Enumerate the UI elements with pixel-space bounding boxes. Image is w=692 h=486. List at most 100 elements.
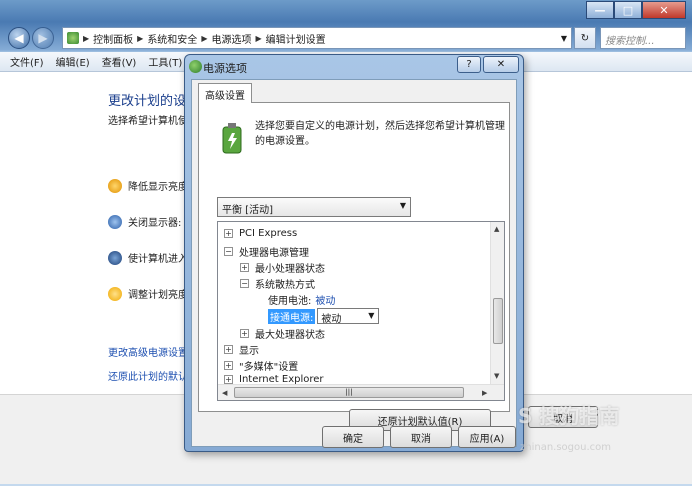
menu-view[interactable]: 查看(V) xyxy=(102,54,137,69)
chevron-right-icon: ▶ xyxy=(255,33,262,43)
tree-item-display[interactable]: + 显示 xyxy=(224,342,259,357)
brightness-label: 降低显示亮度 xyxy=(128,182,188,193)
tree-item-label: "多媒体"设置 xyxy=(239,362,299,373)
vertical-scroll-thumb[interactable] xyxy=(493,298,503,344)
expand-icon[interactable]: + xyxy=(240,329,249,338)
ok-button[interactable]: 确定 xyxy=(322,426,384,448)
menu-tools[interactable]: 工具(T) xyxy=(148,54,182,69)
scroll-down-icon[interactable]: ▼ xyxy=(494,372,499,380)
tree-item-cooling-policy[interactable]: − 系统散热方式 xyxy=(240,276,315,291)
refresh-button[interactable]: ↻ xyxy=(574,27,596,49)
watermark-text: S 搜狗指南 xyxy=(518,404,620,428)
forward-button[interactable]: ▶ xyxy=(32,27,54,49)
dialog-close-button[interactable]: ✕ xyxy=(483,56,519,73)
address-bar[interactable]: ▶ 控制面板 ▶ 系统和安全 ▶ 电源选项 ▶ 编辑计划设置 ▼ xyxy=(62,27,572,49)
breadcrumb-system-security[interactable]: 系统和安全 xyxy=(147,31,197,46)
breadcrumb-power-options[interactable]: 电源选项 xyxy=(211,31,251,46)
intro-text: 选择您要自定义的电源计划，然后选择您希望计算机管理的电源设置。 xyxy=(255,121,505,147)
tree-item-label: PCI Express xyxy=(239,228,298,239)
on-battery-label: 使用电池: xyxy=(268,296,312,307)
tree-item-plugged-in[interactable]: 接通电源: 被动 ▼ xyxy=(268,308,380,325)
expand-icon[interactable]: + xyxy=(224,345,233,354)
tree-item-max-processor[interactable]: + 最大处理器状态 xyxy=(240,326,325,341)
tree-item-on-battery[interactable]: 使用电池: 被动 xyxy=(268,292,335,307)
plugged-in-select-value: 被动 xyxy=(321,314,342,325)
back-arrow-icon: ◀ xyxy=(14,31,24,45)
chevron-down-icon: ▼ xyxy=(399,201,406,210)
on-battery-value[interactable]: 被动 xyxy=(315,292,335,307)
adjust-brightness-label: 调整计划亮度 xyxy=(128,290,188,301)
tree-item-pci-express[interactable]: + PCI Express xyxy=(224,228,297,239)
chevron-right-icon: ▶ xyxy=(201,33,208,43)
tree-item-label: 系统散热方式 xyxy=(255,280,315,291)
brightness-row: 降低显示亮度 xyxy=(108,178,188,193)
menu-edit[interactable]: 编辑(E) xyxy=(56,54,90,69)
chevron-down-icon: ▼ xyxy=(368,311,375,320)
tab-advanced-settings[interactable]: 高级设置 xyxy=(198,83,252,103)
adjust-brightness-row: 调整计划亮度 xyxy=(108,286,188,301)
collapse-icon[interactable]: − xyxy=(240,279,249,288)
plugged-in-select[interactable]: 被动 ▼ xyxy=(317,308,380,325)
cancel-button[interactable]: 取消 xyxy=(390,426,452,448)
breadcrumb-edit-plan[interactable]: 编辑计划设置 xyxy=(266,31,326,46)
back-button[interactable]: ◀ xyxy=(8,27,30,49)
menu-file[interactable]: 文件(F) xyxy=(10,54,44,69)
restore-defaults-link[interactable]: 还原此计划的默认 xyxy=(108,368,188,383)
expand-icon[interactable]: + xyxy=(224,375,233,384)
expand-icon[interactable]: + xyxy=(224,361,233,370)
maximize-button[interactable]: □ xyxy=(614,1,642,19)
scroll-right-icon[interactable]: ▶ xyxy=(482,389,487,397)
grip-icon: ||| xyxy=(345,388,353,396)
refresh-icon: ↻ xyxy=(580,32,590,44)
forward-arrow-icon: ▶ xyxy=(38,31,48,45)
plan-select[interactable]: 平衡 [活动] ▼ xyxy=(217,197,411,217)
watermark-url: zhinan.sogou.com xyxy=(520,442,612,453)
address-bar-area: ◀ ▶ ▶ 控制面板 ▶ 系统和安全 ▶ 电源选项 ▶ 编辑计划设置 ▼ ↻ 搜… xyxy=(0,24,692,52)
sleep-label: 使计算机进入 xyxy=(128,254,188,265)
display-off-label: 关闭显示器: xyxy=(128,218,182,229)
tree-item-processor-power[interactable]: − 处理器电源管理 xyxy=(224,244,309,259)
horizontal-scroll-thumb[interactable]: ||| xyxy=(234,387,464,398)
plan-select-value: 平衡 [活动] xyxy=(222,205,273,216)
expand-icon[interactable]: + xyxy=(224,229,233,238)
help-button[interactable]: ? xyxy=(457,56,481,73)
horizontal-scrollbar[interactable]: ◀ ||| ▶ xyxy=(218,384,504,400)
settings-tree[interactable]: + PCI Express − 处理器电源管理 + 最小处理器状态 − 系统散热… xyxy=(217,221,505,401)
moon-icon xyxy=(108,250,122,265)
control-panel-icon xyxy=(67,32,79,44)
minimize-button[interactable]: — xyxy=(586,1,614,19)
battery-plug-icon xyxy=(222,123,242,154)
tree-item-label: 显示 xyxy=(239,346,259,357)
chevron-right-icon: ▶ xyxy=(137,33,144,43)
dialog-title: 电源选项 xyxy=(203,62,247,75)
tree-item-multimedia[interactable]: + "多媒体"设置 xyxy=(224,358,298,373)
dropdown-arrow-icon[interactable]: ▼ xyxy=(561,34,567,43)
window-controls: — □ ✕ xyxy=(586,1,686,19)
chevron-right-icon: ▶ xyxy=(83,33,90,43)
breadcrumb-control-panel[interactable]: 控制面板 xyxy=(93,31,133,46)
sleep-row: 使计算机进入 xyxy=(108,250,188,265)
brightness-icon xyxy=(108,178,122,193)
tree-item-label: 最小处理器状态 xyxy=(255,264,325,275)
collapse-icon[interactable]: − xyxy=(224,247,233,256)
power-options-icon xyxy=(189,60,202,73)
sun-icon xyxy=(108,286,122,301)
advanced-power-settings-link[interactable]: 更改高级电源设置 xyxy=(108,344,188,359)
clock-icon xyxy=(108,214,122,229)
page-description: 选择希望计算机使 xyxy=(108,116,188,127)
scroll-up-icon[interactable]: ▲ xyxy=(494,225,499,233)
tree-item-label: 最大处理器状态 xyxy=(255,330,325,341)
plugged-in-label: 接通电源: xyxy=(268,308,316,324)
vertical-scrollbar[interactable]: ▲ ▼ xyxy=(490,222,504,384)
scroll-left-icon[interactable]: ◀ xyxy=(222,389,227,397)
power-options-dialog: 电源选项 ? ✕ 高级设置 选择您要自定义的电源计划，然后选择您希望计算机管理的… xyxy=(184,54,524,452)
close-button[interactable]: ✕ xyxy=(642,1,686,19)
tree-item-label: 处理器电源管理 xyxy=(239,248,309,259)
apply-button[interactable]: 应用(A) xyxy=(458,426,516,448)
search-input[interactable]: 搜索控制... xyxy=(600,27,686,49)
display-off-row: 关闭显示器: xyxy=(108,214,181,229)
expand-icon[interactable]: + xyxy=(240,263,249,272)
tree-item-min-processor[interactable]: + 最小处理器状态 xyxy=(240,260,325,275)
page-title: 更改计划的设 xyxy=(108,94,187,109)
tab-pane: 选择您要自定义的电源计划，然后选择您希望计算机管理的电源设置。 平衡 [活动] … xyxy=(198,102,510,431)
